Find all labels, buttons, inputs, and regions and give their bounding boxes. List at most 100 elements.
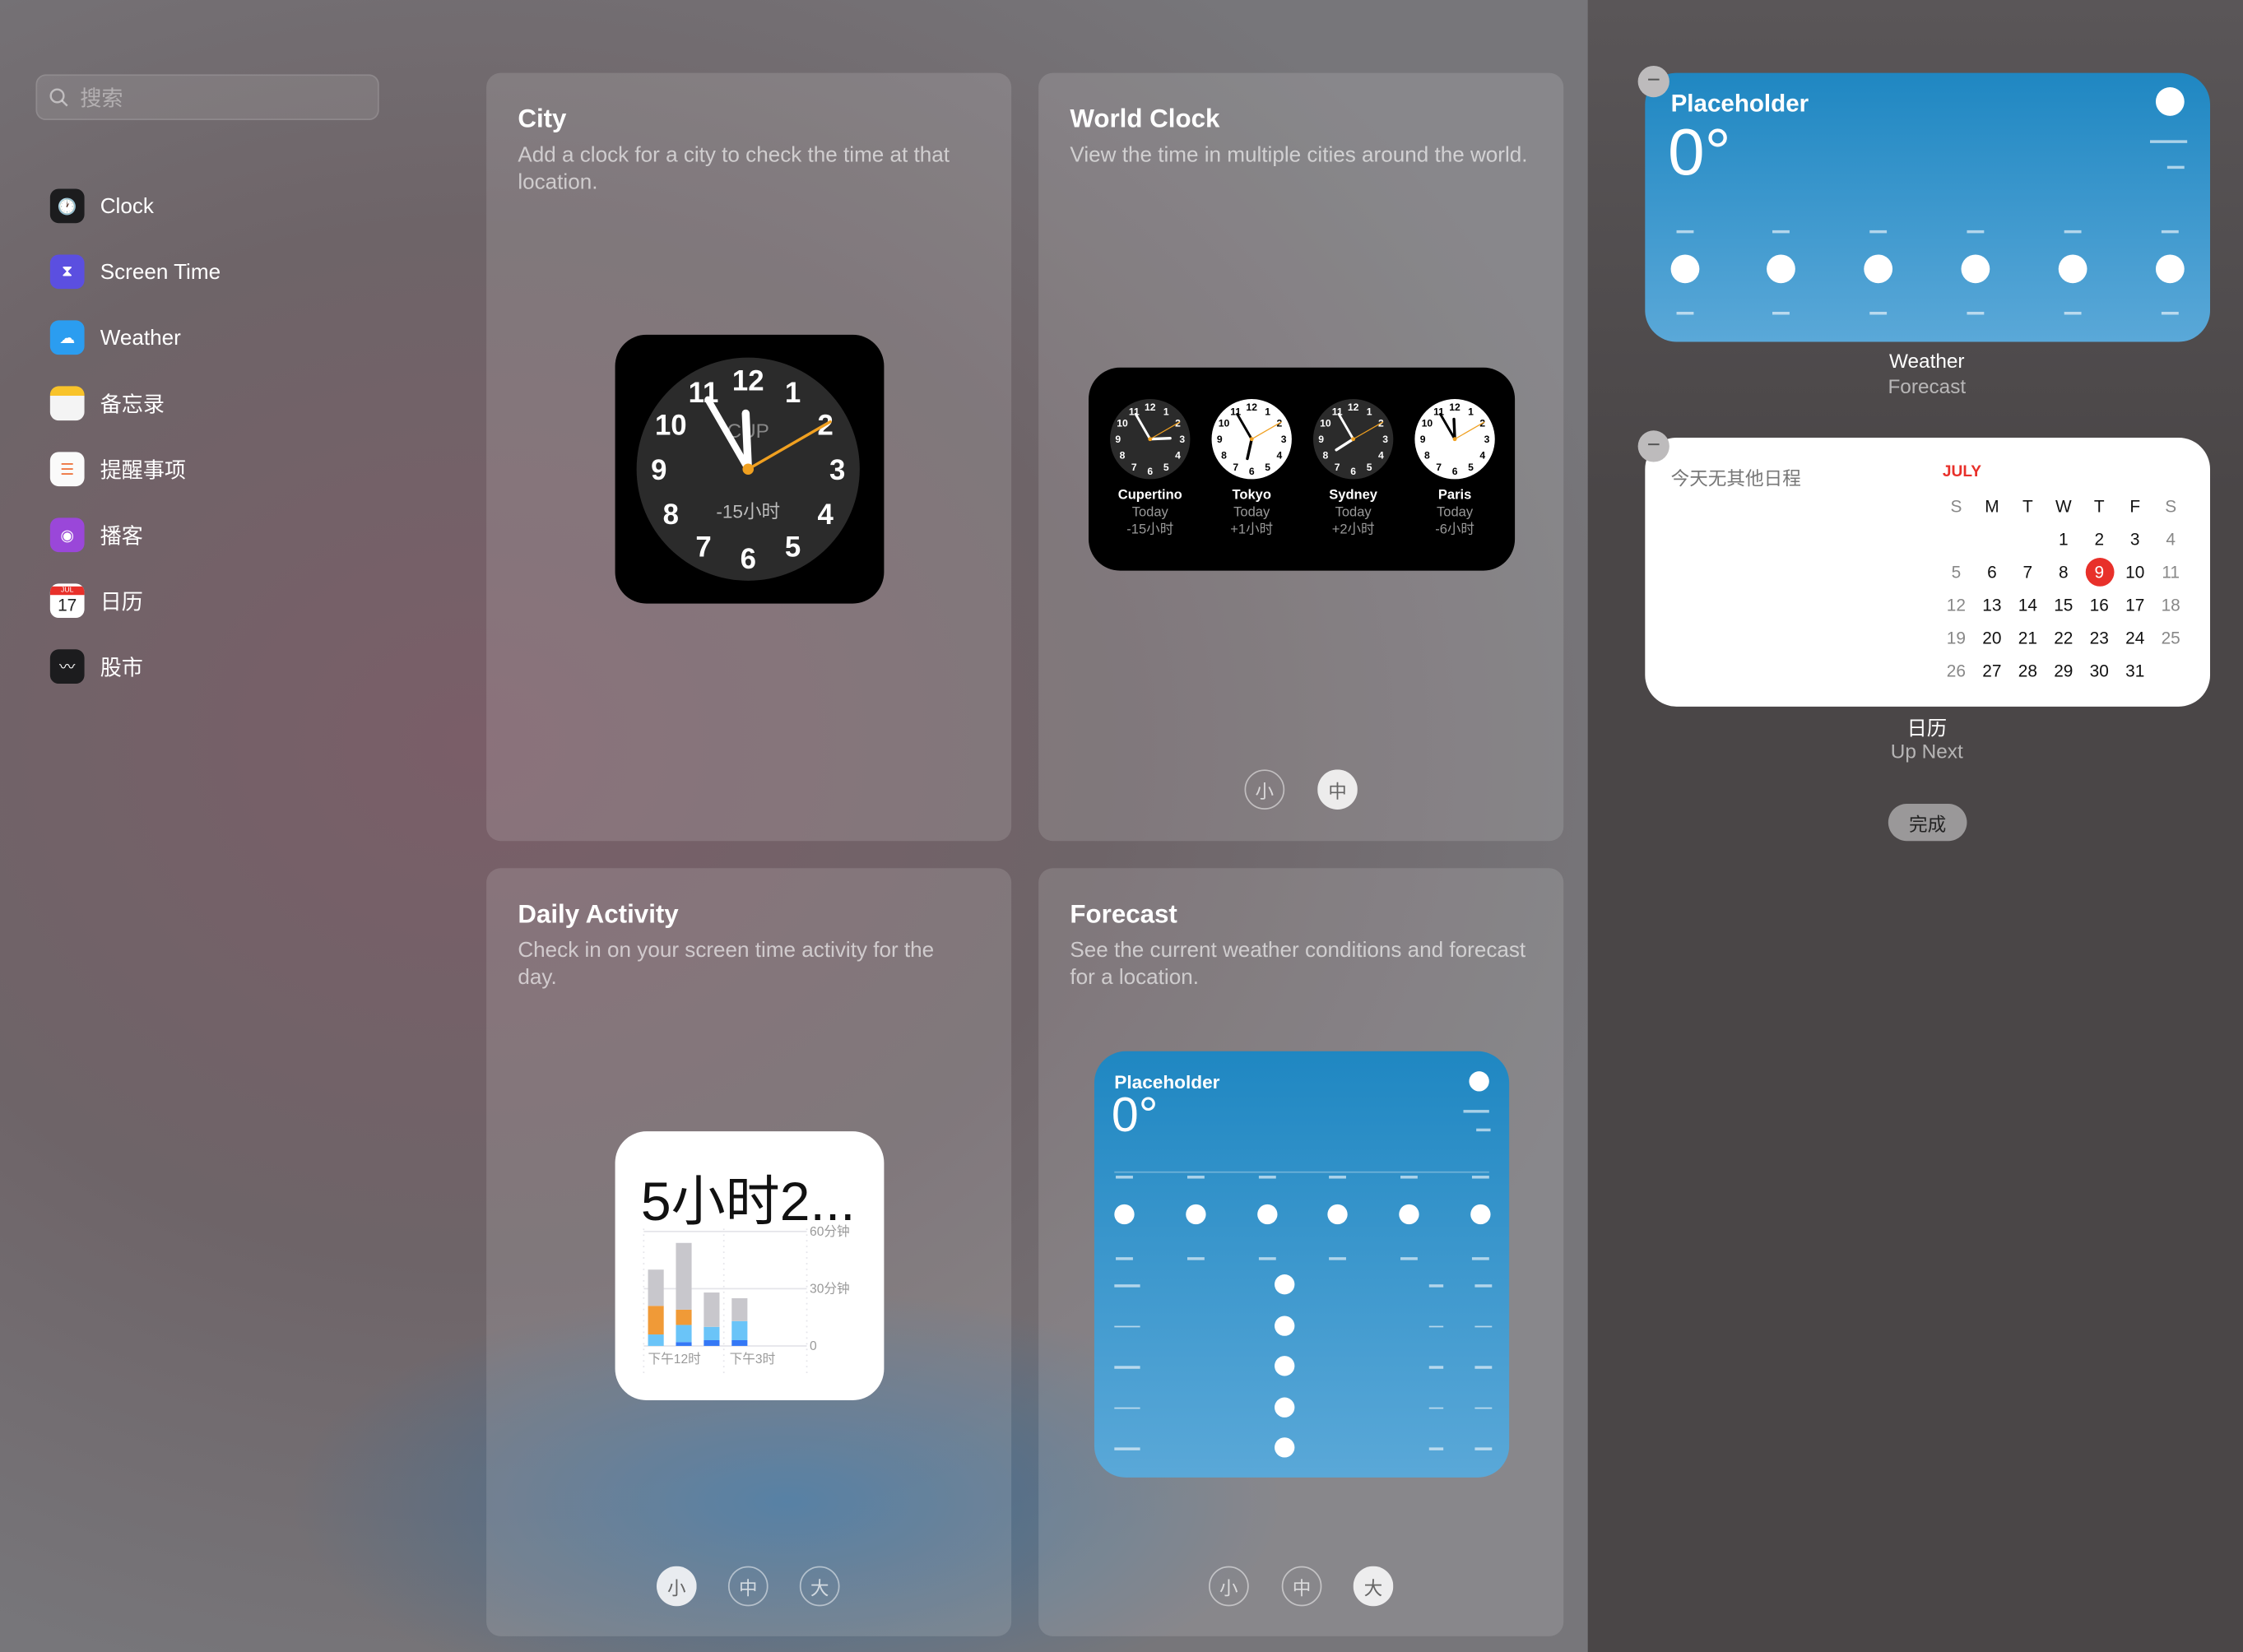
calendar-day[interactable]: 16 [2082, 588, 2117, 621]
calendar-day[interactable]: 15 [2046, 588, 2081, 621]
widget-card-forecast[interactable]: Forecast See the current weather conditi… [1038, 868, 1564, 1636]
city-day: Today [1335, 504, 1372, 521]
sidebar-item-0[interactable]: 🕐 Clock [49, 186, 154, 226]
sidebar-item-label: Screen Time [100, 259, 221, 285]
sidebar-item-label: Weather [100, 325, 181, 350]
day-number: 2 [2094, 528, 2105, 549]
widget-card-world-clock[interactable]: World Clock View the time in multiple ci… [1038, 72, 1564, 842]
city-offset: -6小时 [1435, 522, 1474, 538]
minus-icon: − [1646, 433, 1660, 458]
sidebar-item-5[interactable]: ◉ 播客 [49, 515, 143, 555]
calendar-day[interactable]: 19 [1939, 621, 1974, 654]
calendar-day[interactable]: 30 [2082, 654, 2117, 687]
calendar-day[interactable]: 23 [2082, 621, 2117, 654]
search-input[interactable]: 搜索 [35, 74, 379, 121]
forecast-temperature: 0° [1111, 1088, 1159, 1144]
hourly-condition-dot [1399, 1204, 1419, 1225]
forecast-widget[interactable]: Placeholder 0° [1094, 1051, 1510, 1478]
day-number: 20 [1982, 627, 2002, 647]
world-city: Sydney Today +2小时 [1298, 488, 1409, 540]
calendar-day[interactable]: 2 [2082, 522, 2117, 555]
remove-widget-button[interactable]: − [1637, 430, 1669, 462]
calendar-day[interactable]: 3 [2117, 522, 2152, 555]
calendar-day[interactable]: 13 [1974, 588, 2009, 621]
sidebar-item-label: 播客 [100, 524, 143, 549]
calendar-day[interactable] [1974, 522, 2009, 555]
clock-numeral: 1 [1265, 406, 1270, 417]
calendar-day[interactable]: 14 [2010, 588, 2046, 621]
calendar-day[interactable]: 20 [1974, 621, 2009, 654]
bar-segment-gray [676, 1242, 692, 1310]
calendar-day[interactable]: 11 [2152, 555, 2188, 588]
weekday-header: T [2093, 495, 2105, 516]
clock-numeral: 8 [1323, 450, 1329, 462]
remove-widget-button[interactable]: − [1637, 65, 1669, 98]
daily-condition-dot [1275, 1356, 1295, 1376]
bar-segment-gray [648, 1269, 664, 1306]
placeholder-dash [1258, 1176, 1276, 1178]
clock-numeral: 7 [1436, 462, 1442, 473]
world-clock-widget[interactable]: 123456789101112CupertinoToday-15小时123456… [1089, 367, 1516, 571]
calendar-day[interactable]: 24 [2117, 621, 2152, 654]
world-clock-face: 123456789101112 [1110, 399, 1191, 480]
calendar-day[interactable]: 17 [2117, 588, 2152, 621]
calendar-day[interactable]: 9 [2082, 555, 2117, 588]
calendar-day[interactable]: 29 [2046, 654, 2081, 687]
done-button[interactable]: 完成 [1888, 804, 1967, 842]
calendar-day[interactable]: 12 [1939, 588, 1974, 621]
hourly-condition-dot [2155, 254, 2185, 284]
widget-app-name: 日历 [1906, 716, 1948, 740]
calendar-day[interactable]: 5 [1939, 555, 1974, 588]
sidebar-item-4[interactable]: ☰ 提醒事项 [49, 449, 186, 490]
calendar-day[interactable]: 8 [2046, 555, 2081, 588]
clock-center [1249, 437, 1254, 442]
placed-weather-widget[interactable]: Placeholder 0° [1645, 72, 2211, 342]
high-low-placeholder [2166, 165, 2185, 169]
calendar-day[interactable] [2010, 522, 2046, 555]
calendar-day[interactable]: 28 [2010, 654, 2046, 687]
placeholder-dash [1329, 1257, 1346, 1260]
sidebar-item-2[interactable]: ☁ Weather [49, 318, 181, 358]
bar-segment-blue [731, 1339, 748, 1346]
size-medium-button[interactable]: 中 [1317, 769, 1358, 810]
calendar-day[interactable]: 7 [2010, 555, 2046, 588]
calendar-day[interactable]: 22 [2046, 621, 2081, 654]
calendar-day[interactable] [2152, 654, 2188, 687]
size-small-button[interactable]: 小 [1209, 1566, 1249, 1607]
calendar-day[interactable]: 6 [1974, 555, 2009, 588]
calendar-day[interactable] [1939, 522, 1974, 555]
bar-segment-light_blue [676, 1325, 692, 1343]
city-clock-widget[interactable]: 123456789101112CUP-15小时 [615, 334, 885, 604]
calendar-day[interactable]: 4 [2152, 522, 2188, 555]
bar-segment-orange [676, 1309, 692, 1325]
size-medium-button[interactable]: 中 [1281, 1566, 1322, 1607]
size-medium-button[interactable]: 中 [727, 1566, 769, 1607]
calendar-day[interactable]: 21 [2010, 621, 2046, 654]
calendar-day[interactable]: 31 [2117, 654, 2152, 687]
placeholder-dash [1869, 230, 1888, 233]
calendar-day[interactable]: 10 [2117, 555, 2152, 588]
calendar-day[interactable]: 1 [2046, 522, 2081, 555]
sidebar-item-7[interactable]: 〰股市 [49, 647, 143, 687]
size-small-button[interactable]: 小 [1244, 769, 1285, 810]
clock-numeral: 9 [1318, 434, 1324, 445]
clock-numeral: 10 [1422, 418, 1433, 429]
sidebar-item-label: 日历 [100, 590, 143, 615]
calendar-day[interactable]: 27 [1974, 654, 2009, 687]
calendar-day[interactable]: 25 [2152, 621, 2188, 654]
widget-card-daily-activity[interactable]: Daily Activity Check in on your screen t… [486, 868, 1012, 1636]
sidebar-item-3[interactable]: 备忘录 [49, 383, 165, 424]
sidebar-item-6[interactable]: JUL 17 日历 [49, 581, 143, 621]
size-large-button[interactable]: 大 [1353, 1566, 1394, 1607]
size-large-button[interactable]: 大 [799, 1566, 840, 1607]
sidebar-item-1[interactable]: ⧗ Screen Time [49, 252, 221, 292]
clock-numeral: 4 [1378, 450, 1384, 462]
day-number: 11 [2162, 561, 2180, 582]
weekday-header: T [2022, 495, 2033, 516]
daily-activity-widget[interactable]: 5小时2... 60分钟 30分钟 0 下午12时 下午3时 [615, 1131, 885, 1401]
calendar-day[interactable]: 26 [1939, 654, 1974, 687]
placed-calendar-widget[interactable]: 今天无其他日程 JULY S M T W T F S 1 2 3 4 5 6 7 8 9 10 11 12 13 14 1… [1645, 437, 2211, 707]
widget-card-city[interactable]: City Add a clock for a city to check the… [486, 72, 1012, 842]
size-small-button[interactable]: 小 [656, 1566, 697, 1607]
calendar-day[interactable]: 18 [2152, 588, 2188, 621]
